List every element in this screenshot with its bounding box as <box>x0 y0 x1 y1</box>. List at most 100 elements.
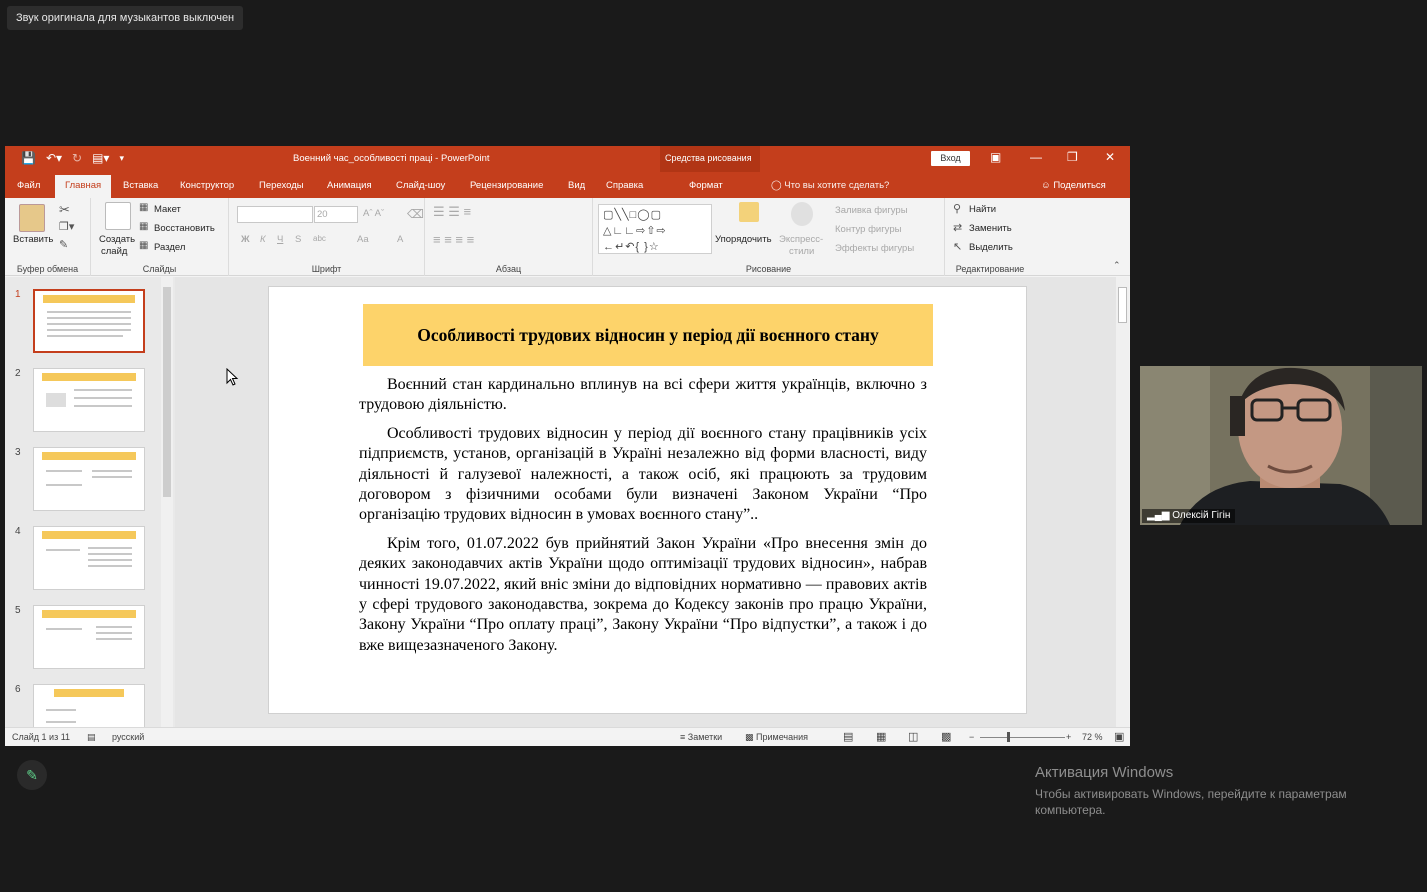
reset-button[interactable]: Восстановить <box>154 223 215 234</box>
zoom-in-icon[interactable]: + <box>1066 732 1071 742</box>
bold-button[interactable]: Ж <box>241 234 250 245</box>
share-button[interactable]: ☺ Поделиться <box>1041 180 1106 191</box>
quick-styles-label-2[interactable]: стили <box>789 246 814 257</box>
redo-icon[interactable]: ↻ <box>72 151 82 165</box>
quick-styles-label-1[interactable]: Экспресс- <box>779 234 823 245</box>
shape-outline-button[interactable]: Контур фигуры <box>835 224 901 235</box>
notes-button[interactable]: ≡ Заметки <box>680 732 722 742</box>
editing-group: ⚲ Найти ⇄ Заменить ↖ Выделить Редактиров… <box>945 198 1035 276</box>
font-color-button[interactable]: A <box>397 234 403 245</box>
comments-button[interactable]: ▩ Примечания <box>745 732 808 743</box>
new-slide-label-1[interactable]: Создать <box>99 234 135 245</box>
shapes-gallery[interactable]: ▢╲╲□◯▢ △∟∟⇨⇧⇨ ←↵↶{ }☆ <box>598 204 712 254</box>
collapse-ribbon-icon[interactable]: ⌃ <box>1113 260 1121 271</box>
tab-view[interactable]: Вид <box>568 180 585 191</box>
slide-body[interactable]: Воєнний стан кардинально вплинув на всі … <box>359 375 927 664</box>
shape-effects-button[interactable]: Эффекты фигуры <box>835 243 914 254</box>
signin-button[interactable]: Вход <box>931 151 970 166</box>
copy-icon[interactable]: ❐▾ <box>59 220 74 233</box>
tab-home[interactable]: Главная <box>55 175 112 198</box>
strike-button[interactable]: S <box>295 234 301 245</box>
reading-view-icon[interactable]: ◫ <box>908 730 918 743</box>
minimize-icon[interactable]: — <box>1030 150 1042 164</box>
underline-button[interactable]: Ч <box>277 234 283 245</box>
mouse-cursor-icon <box>226 368 239 386</box>
clear-format-icon[interactable]: ⌫ <box>407 207 424 221</box>
tab-transitions[interactable]: Переходы <box>259 180 304 191</box>
tab-slideshow[interactable]: Слайд-шоу <box>396 180 445 191</box>
italic-button[interactable]: К <box>260 234 266 245</box>
layout-button[interactable]: Макет <box>154 204 181 215</box>
language[interactable]: русский <box>112 732 144 742</box>
grow-font-icon[interactable]: Aˆ Aˇ <box>363 208 384 219</box>
font-name-combo[interactable] <box>237 206 313 223</box>
replace-button[interactable]: Заменить <box>969 223 1012 234</box>
fit-slide-icon[interactable]: ▣ <box>1114 730 1124 743</box>
zoom-slider-handle[interactable] <box>1007 732 1010 742</box>
tab-design[interactable]: Конструктор <box>180 180 234 191</box>
spellcheck-icon[interactable]: ▤ <box>87 732 96 743</box>
annotate-pen-icon[interactable]: ✎ <box>17 760 47 790</box>
save-icon[interactable]: 💾 <box>21 151 36 165</box>
tab-animations[interactable]: Анимация <box>327 180 372 191</box>
align-icon[interactable]: ≡ ≡ ≡ ≡ <box>433 232 474 247</box>
find-button[interactable]: Найти <box>969 204 996 215</box>
cut-icon[interactable]: ✂ <box>59 202 70 218</box>
sorter-view-icon[interactable]: ▦ <box>876 730 886 743</box>
paragraph-label: Абзац <box>495 264 522 274</box>
spacing-button[interactable]: abc <box>313 234 326 243</box>
shape-fill-button[interactable]: Заливка фигуры <box>835 205 908 216</box>
slide-1[interactable]: Особливості трудових відносин у період д… <box>268 286 1027 714</box>
zoom-slider[interactable] <box>980 737 1065 738</box>
case-button[interactable]: Aa <box>357 234 369 245</box>
tab-insert[interactable]: Вставка <box>123 180 158 191</box>
paste-label[interactable]: Вставить <box>13 234 53 245</box>
normal-view-icon[interactable]: ▤ <box>843 730 853 743</box>
slide-thumbnail-4[interactable] <box>33 526 145 590</box>
new-slide-label-2[interactable]: слайд <box>101 246 127 257</box>
slide-title[interactable]: Особливості трудових відносин у період д… <box>363 304 933 366</box>
participant-video[interactable]: ▂▄▆ Олексій Гігін <box>1140 366 1422 525</box>
clipboard-label: Буфер обмена <box>16 264 79 274</box>
thumb-number: 5 <box>15 605 21 616</box>
tab-help[interactable]: Справка <box>606 180 643 191</box>
new-slide-icon[interactable] <box>105 202 131 230</box>
font-size-combo[interactable]: 20 <box>314 206 358 223</box>
arrange-icon[interactable] <box>739 202 759 222</box>
ribbon-display-icon[interactable]: ▣ <box>990 150 1001 164</box>
zoom-level[interactable]: 72 % <box>1082 732 1103 742</box>
status-bar: Слайд 1 из 11 ▤ русский ≡ Заметки ▩ Прим… <box>5 727 1130 746</box>
undo-icon[interactable]: ↶▾ <box>46 151 62 165</box>
slide-counter: Слайд 1 из 11 <box>12 732 71 742</box>
zoom-notification: Звук оригинала для музыкантов выключен <box>7 6 244 30</box>
slideshow-view-icon[interactable]: ▩ <box>941 730 951 743</box>
select-button[interactable]: Выделить <box>969 242 1013 253</box>
slide-thumbnail-3[interactable] <box>33 447 145 511</box>
slide-thumbnail-1[interactable] <box>33 289 145 353</box>
present-icon[interactable]: ▤▾ <box>92 151 109 165</box>
slide-scrollbar[interactable] <box>1116 277 1129 727</box>
thumb-title-bar <box>43 295 135 303</box>
slide-thumbnail-2[interactable] <box>33 368 145 432</box>
thumbnail-scrollbar[interactable] <box>161 277 173 727</box>
tab-file[interactable]: Файл <box>17 180 40 191</box>
arrange-button[interactable]: Упорядочить <box>715 234 772 245</box>
slide-thumbnail-6[interactable] <box>33 684 145 727</box>
comment-icon: ▩ <box>745 732 754 742</box>
paragraph-group: ☰ ☰ ≡ ≡ ≡ ≡ ≡ Абзац <box>425 198 593 276</box>
restore-icon[interactable]: ❐ <box>1067 150 1078 164</box>
quick-styles-icon[interactable] <box>791 202 813 226</box>
tab-format[interactable]: Формат <box>689 180 723 191</box>
section-button[interactable]: Раздел <box>154 242 185 253</box>
notes-icon: ≡ <box>680 732 686 742</box>
paste-icon[interactable] <box>19 204 45 232</box>
search-box[interactable]: ◯ Что вы хотите сделать? <box>771 180 889 191</box>
close-icon[interactable]: ✕ <box>1105 150 1115 164</box>
customize-qat-icon[interactable]: ▾ <box>119 153 124 165</box>
bullets-icon[interactable]: ☰ ☰ ≡ <box>433 204 471 220</box>
format-painter-icon[interactable]: ✎ <box>59 238 68 251</box>
slide-thumbnail-5[interactable] <box>33 605 145 669</box>
font-group: 20 Aˆ Aˇ ⌫ Ж К Ч S abc Aa A Шрифт <box>229 198 425 276</box>
zoom-out-icon[interactable]: − <box>969 732 974 742</box>
tab-review[interactable]: Рецензирование <box>470 180 543 191</box>
